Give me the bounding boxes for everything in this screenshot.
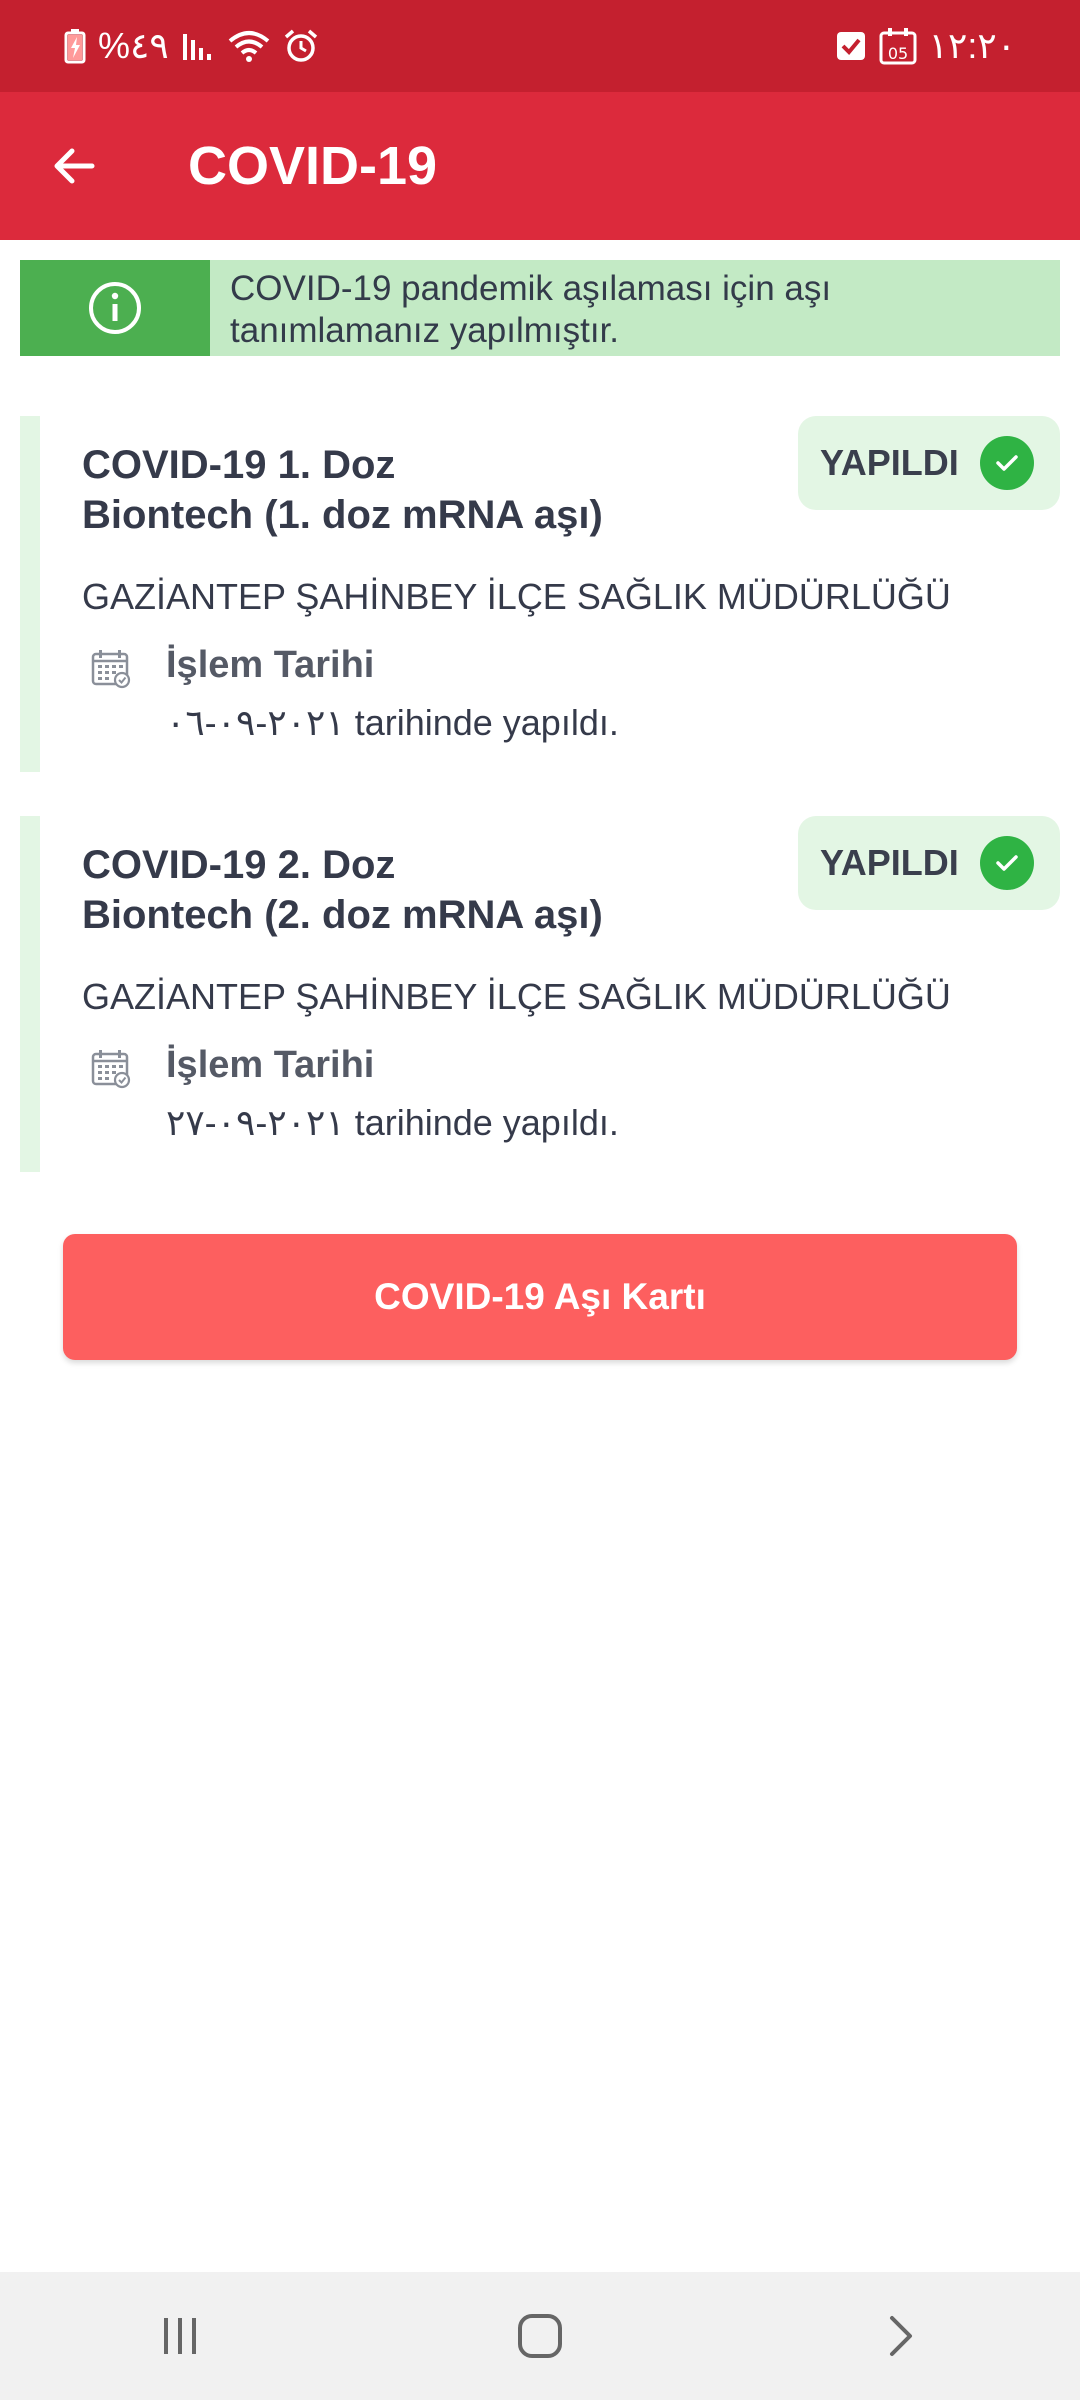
status-label: YAPILDI bbox=[820, 842, 959, 883]
vaccine-card-button[interactable]: COVID-19 Aşı Kartı bbox=[63, 1234, 1017, 1360]
card-title: COVID-19 2. Doz Biontech (2. doz mRNA aş… bbox=[82, 840, 782, 940]
battery-percent: %٤٩ bbox=[98, 25, 169, 66]
home-button[interactable] bbox=[480, 2286, 600, 2386]
vaccine-name: Biontech (1. doz mRNA aşı) bbox=[82, 493, 603, 537]
dose-title: COVID-19 2. Doz bbox=[82, 843, 396, 887]
check-icon bbox=[980, 836, 1034, 890]
calendar-notification-icon: 05 bbox=[879, 27, 917, 65]
back-nav-button[interactable] bbox=[840, 2286, 960, 2386]
system-nav-bar bbox=[0, 2272, 1080, 2400]
date-label: İşlem Tarihi bbox=[166, 1044, 375, 1086]
back-button[interactable] bbox=[0, 92, 148, 240]
status-label: YAPILDI bbox=[820, 442, 959, 483]
status-bar: %٤٩ 05 ١٢:٢٠ bbox=[0, 0, 1080, 92]
battery-charging-icon bbox=[64, 28, 86, 64]
status-badge: YAPILDI bbox=[798, 816, 1060, 910]
organization: GAZİANTEP ŞAHİNBEY İLÇE SAĞLIK MÜDÜRLÜĞÜ bbox=[82, 976, 951, 1017]
vaccine-name: Biontech (2. doz mRNA aşı) bbox=[82, 893, 603, 937]
checkbox-notification-icon bbox=[835, 30, 867, 62]
status-left: %٤٩ bbox=[64, 25, 319, 67]
chevron-right-icon bbox=[890, 2316, 912, 2356]
arrow-left-icon bbox=[54, 148, 95, 184]
app-bar: COVID-19 bbox=[0, 92, 1080, 240]
info-icon-box bbox=[20, 260, 210, 356]
status-right: 05 ١٢:٢٠ bbox=[835, 25, 1016, 67]
calendar-icon bbox=[90, 648, 132, 695]
home-icon bbox=[518, 2314, 562, 2358]
date-value: ٢٠٢١-٠٩-٢٧ tarihinde yapıldı. bbox=[166, 1102, 619, 1143]
recent-apps-button[interactable] bbox=[120, 2286, 240, 2386]
organization: GAZİANTEP ŞAHİNBEY İLÇE SAĞLIK MÜDÜRLÜĞÜ bbox=[82, 576, 951, 617]
dose-title: COVID-19 1. Doz bbox=[82, 443, 396, 487]
page-title: COVID-19 bbox=[188, 136, 438, 196]
clock: ١٢:٢٠ bbox=[928, 25, 1016, 66]
card-title: COVID-19 1. Doz Biontech (1. doz mRNA aş… bbox=[82, 440, 782, 540]
info-icon bbox=[89, 282, 141, 334]
calendar-icon bbox=[90, 1048, 132, 1095]
signal-icon bbox=[181, 30, 215, 62]
recent-apps-icon bbox=[164, 2318, 196, 2354]
calendar-day: 05 bbox=[887, 44, 907, 63]
vaccination-card: COVID-19 2. Doz Biontech (2. doz mRNA aş… bbox=[20, 816, 1060, 1172]
status-badge: YAPILDI bbox=[798, 416, 1060, 510]
info-text: COVID-19 pandemik aşılaması için aşı tan… bbox=[230, 269, 832, 350]
alarm-icon bbox=[283, 28, 319, 64]
date-value: ٢٠٢١-٠٩-٠٦ tarihinde yapıldı. bbox=[166, 702, 619, 743]
date-label: İşlem Tarihi bbox=[166, 644, 375, 686]
wifi-icon bbox=[227, 29, 271, 63]
check-icon bbox=[980, 436, 1034, 490]
vaccination-card: COVID-19 1. Doz Biontech (1. doz mRNA aş… bbox=[20, 416, 1060, 772]
info-banner: COVID-19 pandemik aşılaması için aşı tan… bbox=[20, 260, 1060, 356]
